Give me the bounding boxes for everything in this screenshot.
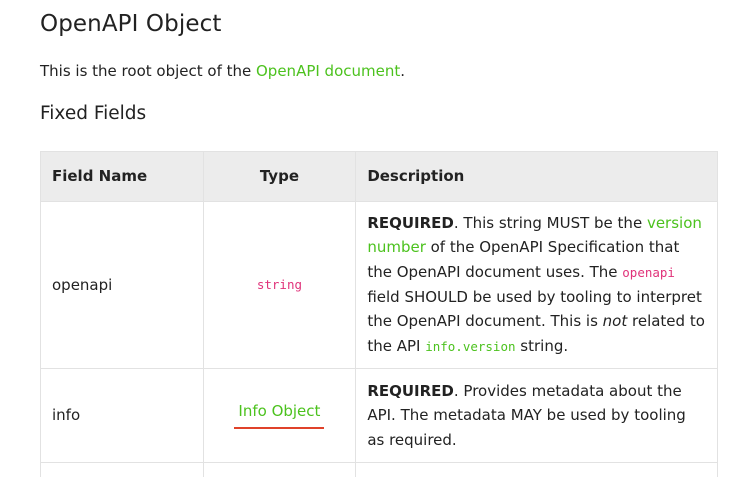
page-title: OpenAPI Object (40, 11, 221, 37)
info-object-label: Info Object (238, 402, 320, 420)
link-focus-underline (234, 427, 324, 429)
intro-paragraph: This is the root object of the OpenAPI d… (40, 62, 405, 80)
table-row (41, 463, 718, 477)
table-row: openapi string REQUIRED. This string MUS… (41, 202, 718, 369)
table-row: info Info Object REQUIRED. Provides meta… (41, 369, 718, 463)
type-string-code: string (257, 277, 302, 292)
type-cell: string (203, 202, 356, 369)
required-label: REQUIRED (367, 382, 454, 400)
description-cell (356, 463, 718, 477)
info-object-link[interactable]: Info Object (234, 399, 324, 432)
type-cell: Info Object (203, 369, 356, 463)
field-name-cell (41, 463, 204, 477)
fixed-fields-table: Field Name Type Description openapi stri… (40, 151, 718, 477)
field-name-cell: openapi (41, 202, 204, 369)
header-description: Description (356, 152, 718, 202)
info-version-code: info.version (425, 339, 515, 354)
intro-suffix: . (400, 62, 405, 80)
header-field-name: Field Name (41, 152, 204, 202)
header-type: Type (203, 152, 356, 202)
type-cell (203, 463, 356, 477)
section-title-fixed-fields: Fixed Fields (40, 103, 146, 124)
table-header-row: Field Name Type Description (41, 152, 718, 202)
field-name-cell: info (41, 369, 204, 463)
desc-text: string. (516, 337, 569, 355)
description-cell: REQUIRED. Provides metadata about the AP… (356, 369, 718, 463)
desc-emphasis: not (603, 312, 628, 330)
required-label: REQUIRED (367, 214, 454, 232)
openapi-document-link[interactable]: OpenAPI document (256, 62, 400, 80)
intro-prefix: This is the root object of the (40, 62, 256, 80)
openapi-code: openapi (622, 265, 675, 280)
desc-text: . This string MUST be the (454, 214, 647, 232)
description-cell: REQUIRED. This string MUST be the versio… (356, 202, 718, 369)
